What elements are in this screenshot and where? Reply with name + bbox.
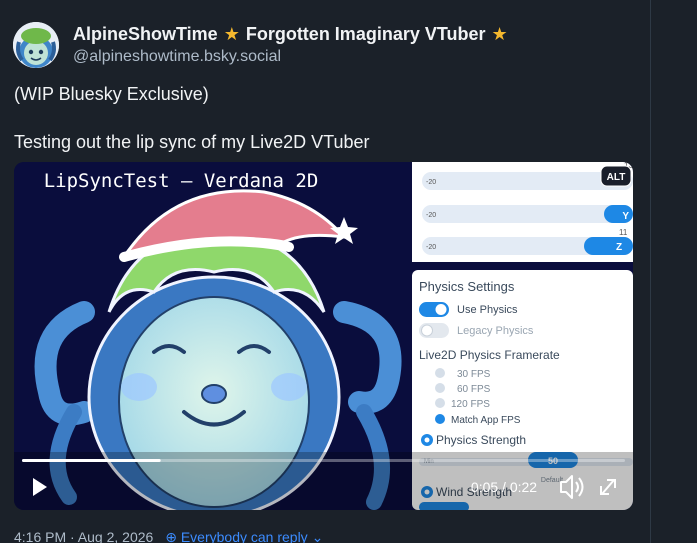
svg-text:30 FPS: 30 FPS bbox=[457, 369, 491, 380]
author-handle[interactable]: @alpineshowtime.bsky.social bbox=[73, 48, 281, 66]
slider-row-2: -20 Y bbox=[422, 205, 633, 223]
star-icon: ★ bbox=[223, 24, 240, 44]
video-overlay-title: LipSyncTest – Verdana 2D bbox=[44, 170, 319, 192]
post-text-line-2: Testing out the lip sync of my Live2D VT… bbox=[14, 132, 370, 152]
avatar[interactable] bbox=[13, 22, 59, 68]
physics-settings-title: Physics Settings bbox=[419, 279, 515, 294]
post-timestamp[interactable]: 4:16 PM · Aug 2, 2026 bbox=[14, 529, 153, 543]
globe-icon: ⊕ bbox=[165, 529, 177, 543]
author-line: AlpineShowTime ★ Forgotten Imaginary VTube… bbox=[73, 24, 514, 45]
post-card: AlpineShowTime ★ Forgotten Imaginary VTube… bbox=[0, 0, 651, 543]
svg-text:Z: Z bbox=[616, 242, 622, 253]
svg-text:-20: -20 bbox=[426, 179, 436, 186]
svg-text:11: 11 bbox=[619, 228, 628, 237]
svg-text:-20: -20 bbox=[426, 244, 436, 251]
reply-setting-button[interactable]: ⊕ Everybody can reply ⌄ bbox=[165, 529, 323, 543]
svg-text:ALT: ALT bbox=[607, 172, 626, 183]
star-icon: ★ bbox=[491, 24, 508, 44]
svg-text:-20: -20 bbox=[426, 212, 436, 219]
avatar-image bbox=[13, 22, 59, 68]
alt-badge[interactable]: ALT bbox=[600, 165, 632, 187]
author-badge-text: Forgotten Imaginary VTuber bbox=[245, 24, 486, 44]
post-footer: 4:16 PM · Aug 2, 2026 ⊕ Everybody can re… bbox=[14, 529, 323, 543]
progress-fill bbox=[22, 459, 161, 462]
strength-title: Physics Strength bbox=[436, 433, 526, 447]
legacy-physics-label: Legacy Physics bbox=[457, 325, 534, 337]
author-name[interactable]: AlpineShowTime bbox=[73, 24, 218, 44]
framerate-title: Live2D Physics Framerate bbox=[419, 348, 560, 362]
svg-text:Match App FPS: Match App FPS bbox=[451, 415, 521, 426]
video-player[interactable]: LipSyncTest – Verdana 2D -20 13 -20 Y -2… bbox=[14, 162, 633, 510]
svg-text:Y: Y bbox=[622, 211, 629, 222]
use-physics-label: Use Physics bbox=[457, 304, 518, 316]
svg-text:60 FPS: 60 FPS bbox=[457, 384, 491, 395]
video-time: 0:05 / 0:22 bbox=[471, 479, 537, 495]
chevron-down-icon: ⌄ bbox=[311, 529, 324, 543]
video-frame: LipSyncTest – Verdana 2D -20 13 -20 Y -2… bbox=[14, 162, 633, 510]
post-text-line-1: (WIP Bluesky Exclusive) bbox=[14, 84, 209, 104]
svg-text:120 FPS: 120 FPS bbox=[451, 399, 490, 410]
